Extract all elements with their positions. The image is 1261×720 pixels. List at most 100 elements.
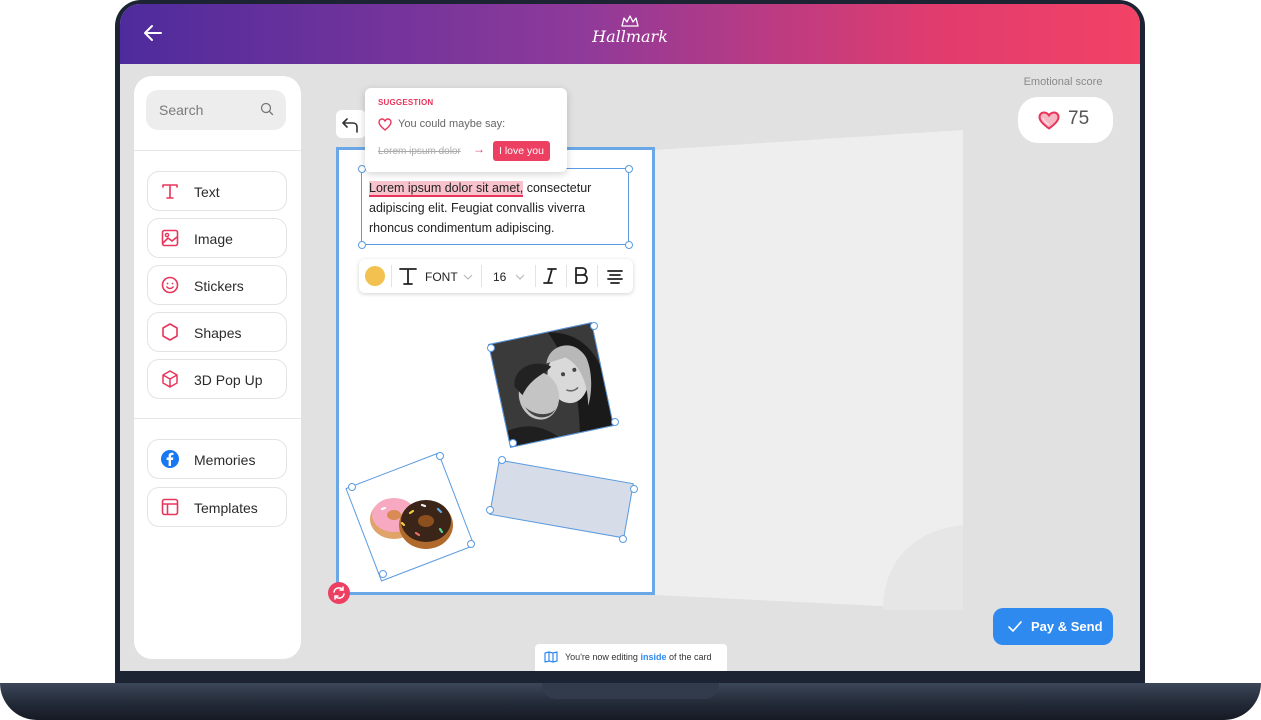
heart-outline-icon xyxy=(378,118,392,131)
tool-text-button[interactable]: Text xyxy=(147,171,287,211)
card-text[interactable]: Lorem ipsum dolor sit amet, consectetur … xyxy=(369,178,625,238)
tool-shapes-button[interactable]: Shapes xyxy=(147,312,287,352)
sidebar-divider xyxy=(134,150,301,151)
back-button[interactable] xyxy=(140,20,166,46)
resize-handle[interactable] xyxy=(358,241,366,249)
tool-stickers-button[interactable]: Stickers xyxy=(147,265,287,305)
photo-element[interactable] xyxy=(488,322,614,448)
align-center-icon xyxy=(607,270,623,284)
suggestion-title: SUGGESTION xyxy=(378,98,434,107)
resize-handle[interactable] xyxy=(625,241,633,249)
toolbar-separator xyxy=(566,265,567,287)
crown-icon xyxy=(621,15,639,27)
check-icon xyxy=(1008,621,1022,632)
laptop-notch xyxy=(542,683,719,699)
highlighted-phrase[interactable]: Lorem ipsum dolor sit amet, xyxy=(369,181,524,197)
tool-label: 3D Pop Up xyxy=(194,372,263,388)
donut-sticker xyxy=(370,498,453,549)
bold-icon xyxy=(575,267,588,284)
image-icon xyxy=(161,229,179,247)
text-format-toolbar: FONT 16 xyxy=(359,259,633,293)
tool-label: Stickers xyxy=(194,278,244,294)
heart-icon xyxy=(1038,111,1060,130)
chevron-down-icon xyxy=(515,274,525,280)
emotional-score-badge: 75 xyxy=(1018,97,1113,143)
toolbar-separator xyxy=(391,265,392,287)
suggestion-prompt: You could maybe say: xyxy=(398,118,506,130)
open-card-icon xyxy=(544,651,558,663)
resize-handle[interactable] xyxy=(590,322,598,330)
flip-card-button[interactable] xyxy=(328,582,350,604)
tool-label: Memories xyxy=(194,452,256,468)
card-back-panel xyxy=(655,130,963,610)
text-color-swatch[interactable] xyxy=(365,266,385,286)
search-icon xyxy=(260,102,274,116)
brand-name: Hallmark xyxy=(592,27,668,46)
resize-handle[interactable] xyxy=(348,483,356,491)
editing-hint-banner: You're now editing inside of the card xyxy=(535,644,727,671)
toolbar-separator xyxy=(535,265,536,287)
hint-emphasis: inside xyxy=(640,652,667,662)
tool-image-button[interactable]: Image xyxy=(147,218,287,258)
tool-label: Templates xyxy=(194,500,258,516)
templates-button[interactable]: Templates xyxy=(147,487,287,527)
search-placeholder: Search xyxy=(159,102,204,118)
resize-handle[interactable] xyxy=(509,439,517,447)
toolbar-separator xyxy=(481,265,482,287)
undo-button[interactable] xyxy=(336,110,366,138)
hint-suffix: of the card xyxy=(666,652,712,662)
resize-handle[interactable] xyxy=(467,540,475,548)
sidebar-divider xyxy=(134,418,301,419)
emotional-score-value: 75 xyxy=(1068,108,1090,129)
resize-handle[interactable] xyxy=(619,535,627,543)
italic-icon xyxy=(543,268,557,284)
hint-prefix: You're now editing xyxy=(565,652,641,662)
font-size-value: 16 xyxy=(493,270,507,284)
resize-handle[interactable] xyxy=(379,570,387,578)
cube-icon xyxy=(162,370,178,388)
hexagon-icon xyxy=(162,323,178,341)
emotional-score-label: Emotional score xyxy=(1023,76,1103,88)
resize-handle[interactable] xyxy=(498,456,506,464)
chevron-down-icon xyxy=(463,274,473,280)
font-t-icon xyxy=(399,268,417,285)
pay-and-send-label: Pay & Send xyxy=(1031,619,1103,634)
card-text-box[interactable]: Lorem ipsum dolor sit amet, consectetur … xyxy=(361,168,629,245)
tool-3d-popup-button[interactable]: 3D Pop Up xyxy=(147,359,287,399)
hallmark-logo: Hallmark xyxy=(580,14,680,54)
resize-handle[interactable] xyxy=(486,506,494,514)
app-screen: Hallmark Search Text Image Stickers Shap… xyxy=(120,4,1140,671)
suggestion-original: Lorem ipsum dolor xyxy=(378,146,461,157)
resize-handle[interactable] xyxy=(436,452,444,460)
editing-hint-text: You're now editing inside of the card xyxy=(565,652,712,662)
suggestion-popover: SUGGESTION You could maybe say: Lorem ip… xyxy=(365,88,567,172)
smiley-icon xyxy=(161,276,179,294)
resize-handle[interactable] xyxy=(625,165,633,173)
resize-handle[interactable] xyxy=(630,485,638,493)
arrow-right-icon: → xyxy=(473,142,485,156)
tool-label: Shapes xyxy=(194,325,242,341)
suggestion-replacement-button[interactable]: I love you xyxy=(493,141,550,161)
template-layout-icon xyxy=(161,498,179,516)
rotate-icon xyxy=(333,586,345,600)
font-label: FONT xyxy=(425,270,458,284)
tools-sidebar: Search Text Image Stickers Shapes 3D Pop… xyxy=(134,76,301,659)
text-t-icon xyxy=(162,184,178,199)
resize-handle[interactable] xyxy=(487,344,495,352)
tool-label: Text xyxy=(194,184,220,200)
resize-handle[interactable] xyxy=(611,418,619,426)
pay-and-send-button[interactable]: Pay & Send xyxy=(993,608,1113,645)
italic-button[interactable] xyxy=(537,263,563,289)
toolbar-separator xyxy=(597,265,598,287)
memories-button[interactable]: Memories xyxy=(147,439,287,479)
app-header: Hallmark xyxy=(120,4,1140,64)
search-input[interactable]: Search xyxy=(146,90,286,130)
tool-label: Image xyxy=(194,231,233,247)
couple-photo xyxy=(489,322,614,448)
arrow-left-icon xyxy=(144,25,162,41)
facebook-icon xyxy=(161,450,179,468)
align-button[interactable] xyxy=(602,263,628,289)
undo-icon xyxy=(342,118,358,133)
font-size-dropdown[interactable]: 16 xyxy=(487,264,535,288)
bold-button[interactable] xyxy=(568,263,594,289)
